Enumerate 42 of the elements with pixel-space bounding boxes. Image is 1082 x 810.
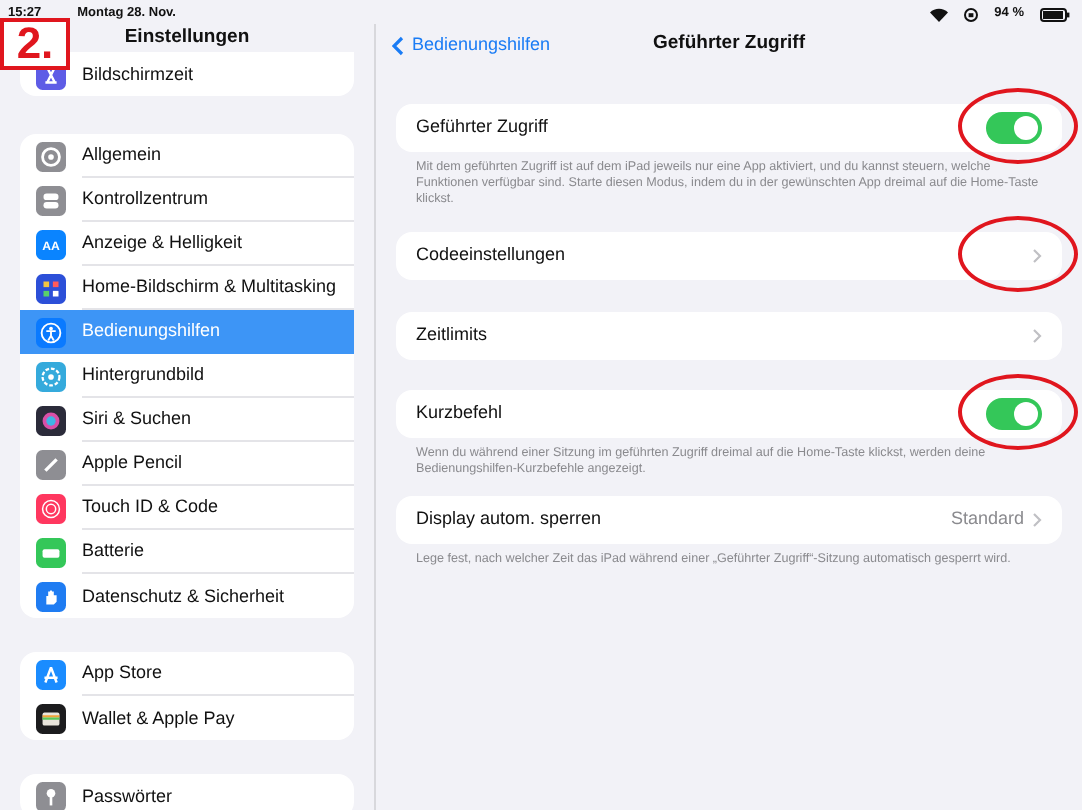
sidebar-item[interactable]: Apple Pencil [20,442,354,487]
gear-icon [36,141,66,172]
person-icon [36,317,66,348]
step-number: 2. [0,18,70,70]
sidebar-item[interactable]: Datenschutz & Sicherheit [20,574,354,619]
sidebar-item[interactable]: Hintergrundbild [20,354,354,399]
row-label: Display autom. sperren [416,506,604,533]
fingerprint-icon [36,493,66,524]
grid-icon [36,273,66,304]
row-label: Geführter Zugriff [416,114,550,141]
sidebar-item[interactable]: Kontrollzentrum [20,178,354,223]
hand-icon [36,581,66,612]
orb-icon [36,405,66,436]
app-store-icon [36,659,66,690]
sidebar-item[interactable]: App Store [20,652,354,697]
sidebar-item[interactable]: Passwörter [20,774,354,810]
sidebar-item[interactable]: Allgemein [20,134,354,179]
wifi-icon [930,7,949,21]
sidebar-item[interactable]: Wallet & Apple Pay [20,696,354,741]
sidebar-title: Einstellungen [124,24,250,52]
toggle-switch[interactable] [986,112,1042,144]
row-label: Kurzbefehl [416,400,505,427]
row-value: Standard [950,506,1024,533]
back-link[interactable]: Bedienungshilfen [376,31,551,59]
sidebar-item[interactable]: Touch ID & Code [20,486,354,531]
toggle-switch[interactable] [986,398,1042,430]
sidebar-item[interactable]: Batterie [20,530,354,575]
pencil-icon [36,449,66,480]
row-label: Codeeinstellungen [416,242,568,269]
chevron-right-icon [1032,328,1042,344]
page-title: Geführter Zugriff [653,30,805,59]
switches-icon [36,185,66,216]
chevron-left-icon [392,35,404,55]
flower-icon [36,361,66,392]
row-label: Zeitlimits [416,322,489,349]
wallet-icon [36,703,66,734]
chevron-right-icon [1032,512,1042,528]
chevron-right-icon [1032,248,1042,264]
sidebar-item[interactable]: Siri & Suchen [20,398,354,443]
battery-icon [36,537,66,568]
battery-icon [1040,7,1070,21]
rotation-lock-icon [964,7,979,21]
